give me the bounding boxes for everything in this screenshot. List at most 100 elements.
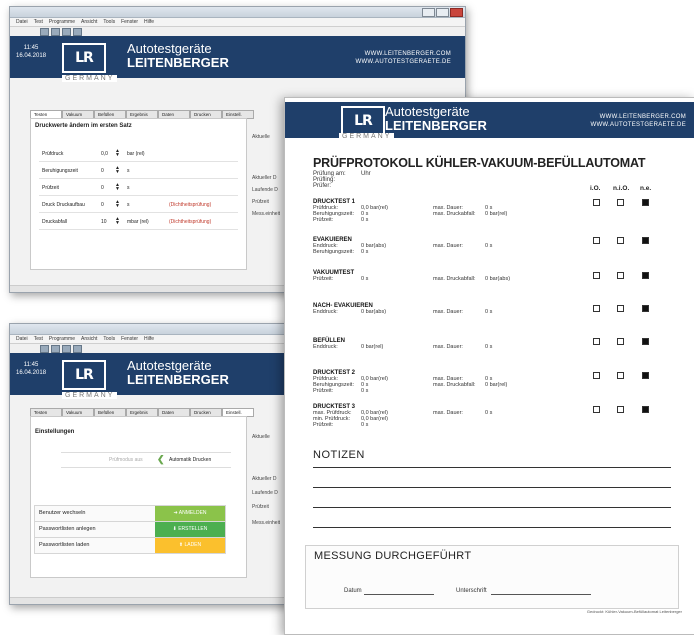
row-label: Prüfdruck (42, 151, 64, 157)
menu-item[interactable]: Programme (49, 19, 75, 25)
pressure-row: Druck Druckaufbau 0 ▲ ▼ s (Dichtheitsprüf… (39, 198, 238, 213)
side-label: Aktueller D (252, 476, 277, 482)
checkbox-ok[interactable] (593, 199, 600, 206)
print-icon[interactable] (73, 344, 82, 353)
side-label: Aktuelle (252, 434, 270, 440)
panel-title: Druckwerte ändern im ersten Satz (35, 123, 132, 129)
row-value[interactable]: 0 (101, 168, 104, 174)
maximize-button[interactable] (436, 8, 449, 17)
toggle-right-label: Automatik Drucken (169, 457, 212, 463)
row-label: Prüfzeit (42, 185, 59, 191)
clock-time: 11:45 (23, 45, 39, 51)
notes-line[interactable] (313, 507, 671, 508)
minimize-button[interactable] (422, 8, 435, 17)
document-title: PRÜFPROTOKOLL KÜHLER-VAKUUM-BEFÜLLAUTOMA… (313, 156, 646, 170)
checkbox-ok[interactable] (593, 372, 600, 379)
checkbox-ok[interactable] (593, 406, 600, 413)
menu-item[interactable]: Tools (103, 336, 115, 342)
print-icon[interactable] (73, 27, 82, 36)
row-value[interactable]: 0 (101, 185, 104, 191)
menu-item[interactable]: Datei (16, 19, 28, 25)
settings-panel: Einstellungen Prüfmodus aus ❮ Automatik … (30, 416, 247, 578)
row-label: Passwortlisten laden (39, 542, 90, 548)
menu-item[interactable]: Fenster (121, 19, 138, 25)
brand-line2: LEITENBERGER (385, 118, 487, 133)
side-label: Prüfzeit (252, 199, 269, 205)
signature-label: Unterschrift (456, 588, 487, 594)
row-label: Druckabfall (42, 219, 68, 225)
save-icon[interactable] (62, 27, 71, 36)
checkbox-not-applicable[interactable] (642, 199, 649, 206)
logo-text: LR (354, 113, 373, 129)
url-1[interactable]: WWW.LEITENBERGER.COM (356, 50, 452, 58)
toggle-arrow-icon[interactable]: ❮ (157, 454, 165, 465)
checkbox-not-ok[interactable] (617, 272, 624, 279)
notes-line[interactable] (313, 467, 671, 468)
menu-item[interactable]: Tools (103, 19, 115, 25)
meta-row: Prüfer: (313, 183, 331, 189)
checkbox-not-applicable[interactable] (642, 237, 649, 244)
row-label: Passwortlisten anlegen (39, 526, 96, 532)
notes-line[interactable] (313, 527, 671, 528)
menu-item[interactable]: Hilfe (144, 19, 154, 25)
print-toggle[interactable]: Prüfmodus aus ❮ Automatik Drucken (61, 452, 231, 468)
brand-germany: GERMANY (339, 133, 395, 140)
checkbox-not-applicable[interactable] (642, 406, 649, 413)
checkbox-not-ok[interactable] (617, 338, 624, 345)
menu-item[interactable]: Ansicht (81, 336, 97, 342)
checkbox-ok[interactable] (593, 237, 600, 244)
row-note: (Dichtheitsprüfung) (169, 219, 212, 225)
settings-row: Passwortlisten laden ⬆ LADEN (34, 537, 226, 554)
pressure-row: Prüfzeit 0 ▲ ▼ s (39, 181, 238, 196)
menu-item[interactable]: Hilfe (144, 336, 154, 342)
checkbox-not-ok[interactable] (617, 372, 624, 379)
row-value[interactable]: 10 (101, 219, 107, 225)
checkbox-not-ok[interactable] (617, 406, 624, 413)
checkbox-ok[interactable] (593, 305, 600, 312)
close-button[interactable] (450, 8, 463, 17)
login-button[interactable]: ➜ ANMELDEN (155, 506, 225, 521)
create-button[interactable]: ⬇ ERSTELLEN (155, 522, 225, 537)
notes-line[interactable] (313, 487, 671, 488)
spinner-icon[interactable]: ▲ ▼ (115, 183, 120, 192)
row-value[interactable]: 0 (101, 202, 104, 208)
back-icon[interactable] (40, 27, 49, 36)
load-button[interactable]: ⬆ LADEN (155, 538, 225, 553)
checkbox-not-applicable[interactable] (642, 372, 649, 379)
menu-item[interactable]: Test (34, 336, 43, 342)
spinner-icon[interactable]: ▲ ▼ (115, 166, 120, 175)
row-unit: bar (rel) (127, 151, 145, 157)
menu-item[interactable]: Fenster (121, 336, 138, 342)
side-label: Aktueller D (252, 175, 277, 181)
back-icon[interactable] (40, 344, 49, 353)
url-2: WWW.AUTOTESTGERAETE.DE (590, 122, 686, 128)
toggle-left-label: Prüfmodus aus (109, 457, 143, 463)
checkbox-not-applicable[interactable] (642, 272, 649, 279)
signature-line[interactable] (491, 594, 591, 595)
menu-item[interactable]: Test (34, 19, 43, 25)
checkbox-ok[interactable] (593, 338, 600, 345)
spinner-icon[interactable]: ▲ ▼ (115, 200, 120, 209)
checkbox-ok[interactable] (593, 272, 600, 279)
checkbox-not-ok[interactable] (617, 305, 624, 312)
window-titlebar[interactable] (10, 7, 465, 18)
row-unit: s (127, 202, 130, 208)
menu-item[interactable]: Datei (16, 336, 28, 342)
side-label: Mess.einheit (252, 520, 281, 526)
checkbox-not-applicable[interactable] (642, 305, 649, 312)
spinner-icon[interactable]: ▲ ▼ (115, 217, 120, 226)
row-value[interactable]: 0,0 (101, 151, 108, 157)
menu-item[interactable]: Programme (49, 336, 75, 342)
forward-icon[interactable] (51, 27, 60, 36)
checkbox-not-ok[interactable] (617, 237, 624, 244)
checkbox-not-applicable[interactable] (642, 338, 649, 345)
checkbox-not-ok[interactable] (617, 199, 624, 206)
logo: LR (62, 43, 106, 73)
menu-item[interactable]: Ansicht (81, 19, 97, 25)
date-line[interactable] (364, 594, 434, 595)
forward-icon[interactable] (51, 344, 60, 353)
save-icon[interactable] (62, 344, 71, 353)
row-unit: mbar (rel) (127, 219, 149, 225)
spinner-icon[interactable]: ▲ ▼ (115, 149, 120, 158)
url-2[interactable]: WWW.AUTOTESTGERAETE.DE (356, 58, 452, 66)
